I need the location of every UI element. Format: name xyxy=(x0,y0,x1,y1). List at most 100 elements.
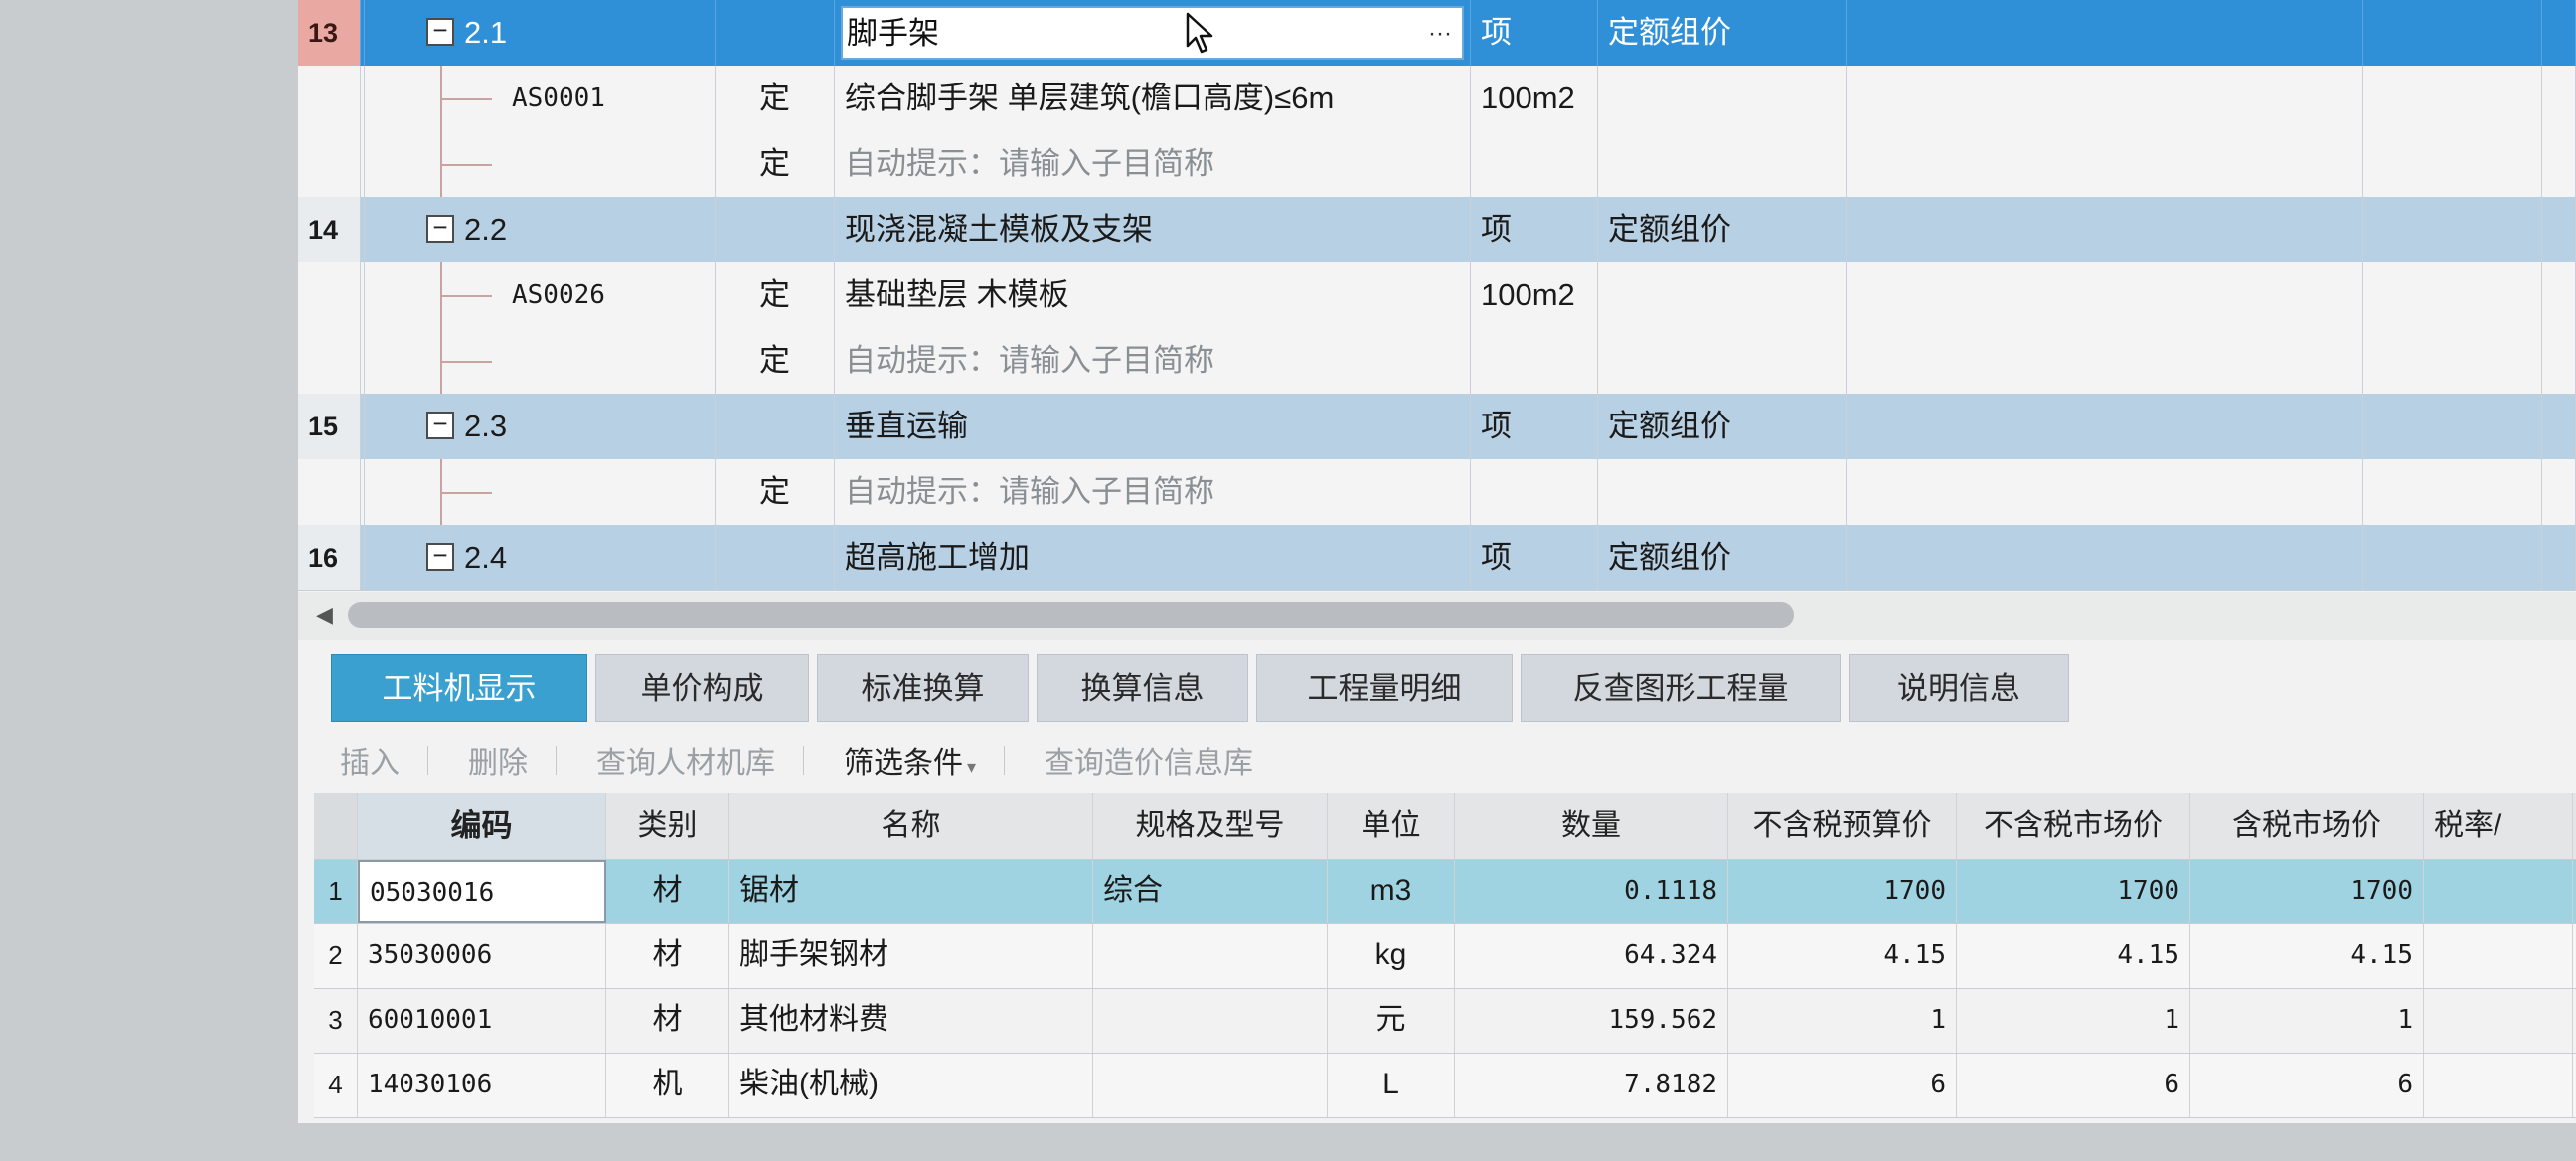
unit-cell[interactable]: 项 xyxy=(1471,394,1598,459)
type-cell[interactable]: 定 xyxy=(716,328,835,394)
material-unit[interactable]: m3 xyxy=(1328,860,1455,923)
tab-conversion-info[interactable]: 换算信息 xyxy=(1037,654,1248,722)
tab-reverse-graphic-quantity[interactable]: 反查图形工程量 xyxy=(1521,654,1841,722)
material-name[interactable]: 锯材 xyxy=(729,860,1093,923)
header-unit[interactable]: 单位 xyxy=(1328,793,1455,859)
market-price-excl-tax[interactable]: 1700 xyxy=(1957,860,2190,923)
unit-cell[interactable]: 项 xyxy=(1471,197,1598,262)
tab-labor-material-machine[interactable]: 工料机显示 xyxy=(331,654,587,722)
unit-cell[interactable]: 项 xyxy=(1471,525,1598,590)
table-row[interactable]: 4 14030106 机柴油(机械) L 7.8182 6 6 6 xyxy=(314,1054,2576,1118)
material-quantity[interactable]: 0.1118 xyxy=(1455,860,1728,923)
name-cell[interactable]: 综合脚手架 单层建筑(檐口高度)≤6m xyxy=(835,66,1471,131)
code-cell[interactable]: −2.1 xyxy=(365,0,716,66)
name-cell[interactable]: 自动提示：请输入子目简称 xyxy=(835,328,1471,394)
item-child-row[interactable]: AS0001 定综合脚手架 单层建筑(檐口高度)≤6m 100m2 xyxy=(298,66,2576,132)
empty-cell[interactable] xyxy=(2363,394,2542,459)
collapse-icon[interactable]: − xyxy=(426,214,454,243)
table-row[interactable]: 3 60010001 材其他材料费元 159.562 1 1 1 xyxy=(314,989,2576,1054)
code-cell[interactable] xyxy=(365,328,716,394)
pricing-method-cell[interactable]: 定额组价 xyxy=(1598,525,1847,590)
empty-cell[interactable] xyxy=(2542,525,2576,590)
empty-cell[interactable] xyxy=(2542,262,2576,328)
material-name[interactable]: 其他材料费 xyxy=(729,989,1093,1053)
unit-cell[interactable] xyxy=(1471,459,1598,525)
empty-cell[interactable] xyxy=(2542,131,2576,197)
empty-cell[interactable] xyxy=(1847,328,2363,394)
code-cell[interactable] xyxy=(365,131,716,197)
more-options-icon[interactable]: ··· xyxy=(1428,8,1452,60)
budget-price-excl-tax[interactable]: 1 xyxy=(1728,989,1957,1053)
type-cell[interactable]: 定 xyxy=(716,459,835,525)
collapse-icon[interactable]: − xyxy=(426,17,454,46)
material-quantity[interactable]: 64.324 xyxy=(1455,924,1728,988)
pricing-method-cell[interactable] xyxy=(1598,131,1847,197)
material-spec[interactable] xyxy=(1093,1054,1328,1117)
empty-cell[interactable] xyxy=(2363,459,2542,525)
collapse-icon[interactable]: − xyxy=(426,411,454,439)
pricing-method-cell[interactable] xyxy=(1598,328,1847,394)
item-hint-row[interactable]: 定自动提示：请输入子目简称 xyxy=(298,131,2576,198)
empty-cell[interactable] xyxy=(2542,197,2576,262)
scroll-left-icon[interactable]: ◀ xyxy=(316,602,333,628)
budget-price-excl-tax[interactable]: 6 xyxy=(1728,1054,1957,1117)
header-name[interactable]: 名称 xyxy=(729,793,1093,859)
material-category[interactable]: 材 xyxy=(606,924,729,988)
material-name[interactable]: 脚手架钢材 xyxy=(729,924,1093,988)
item-group-row[interactable]: 16−2.4 超高施工增加项定额组价 xyxy=(298,525,2576,591)
material-category[interactable]: 材 xyxy=(606,860,729,923)
delete-button[interactable]: 删除 xyxy=(468,739,528,782)
empty-cell[interactable] xyxy=(2363,131,2542,197)
header-market-price-incl-tax[interactable]: 含税市场价 xyxy=(2190,793,2424,859)
empty-cell[interactable] xyxy=(2542,0,2576,66)
empty-cell[interactable] xyxy=(2363,328,2542,394)
budget-price-excl-tax[interactable]: 1700 xyxy=(1728,860,1957,923)
name-cell[interactable]: 垂直运输 xyxy=(835,394,1471,459)
tax-rate-cell[interactable] xyxy=(2424,924,2573,988)
header-code[interactable]: 编码 xyxy=(358,793,606,859)
empty-cell[interactable] xyxy=(1847,459,2363,525)
item-name-input[interactable]: 脚手架 ··· xyxy=(841,6,1464,60)
query-material-library-button[interactable]: 查询人材机库 xyxy=(596,739,775,782)
unit-cell[interactable]: 100m2 xyxy=(1471,66,1598,131)
empty-cell[interactable] xyxy=(1847,525,2363,590)
pricing-method-cell[interactable]: 定额组价 xyxy=(1598,0,1847,66)
type-cell[interactable] xyxy=(716,197,835,262)
empty-cell[interactable] xyxy=(2542,459,2576,525)
empty-cell[interactable] xyxy=(2363,525,2542,590)
table-row[interactable]: 1 05030016 材锯材 综合 m3 0.1118 1700 1700 1700 xyxy=(314,860,2576,924)
material-unit[interactable]: 元 xyxy=(1328,989,1455,1053)
item-hint-row[interactable]: 定自动提示：请输入子目简称 xyxy=(298,459,2576,526)
market-price-incl-tax[interactable]: 1 xyxy=(2190,989,2424,1053)
market-price-excl-tax[interactable]: 6 xyxy=(1957,1054,2190,1117)
empty-cell[interactable] xyxy=(2542,328,2576,394)
market-price-incl-tax[interactable]: 6 xyxy=(2190,1054,2424,1117)
empty-cell[interactable] xyxy=(1847,197,2363,262)
material-quantity[interactable]: 159.562 xyxy=(1455,989,1728,1053)
query-price-info-button[interactable]: 查询造价信息库 xyxy=(1045,739,1253,782)
pricing-method-cell[interactable] xyxy=(1598,66,1847,131)
code-cell[interactable]: −2.4 xyxy=(365,525,716,590)
material-quantity[interactable]: 7.8182 xyxy=(1455,1054,1728,1117)
item-group-row[interactable]: 13−2.1 脚手架 ··· 项定额组价 xyxy=(298,0,2576,67)
empty-cell[interactable] xyxy=(1847,66,2363,131)
empty-cell[interactable] xyxy=(2363,0,2542,66)
pricing-method-cell[interactable] xyxy=(1598,262,1847,328)
name-cell[interactable]: 脚手架 ··· xyxy=(835,0,1471,66)
tax-rate-cell[interactable] xyxy=(2424,989,2573,1053)
header-market-price-excl-tax[interactable]: 不含税市场价 xyxy=(1957,793,2190,859)
empty-cell[interactable] xyxy=(2542,66,2576,131)
code-cell[interactable]: −2.2 xyxy=(365,197,716,262)
item-group-row[interactable]: 14−2.2 现浇混凝土模板及支架项定额组价 xyxy=(298,197,2576,263)
code-cell[interactable]: AS0001 xyxy=(365,66,716,131)
empty-cell[interactable] xyxy=(1847,262,2363,328)
header-category[interactable]: 类别 xyxy=(606,793,729,859)
market-price-excl-tax[interactable]: 1 xyxy=(1957,989,2190,1053)
tab-quantity-detail[interactable]: 工程量明细 xyxy=(1256,654,1513,722)
header-spec[interactable]: 规格及型号 xyxy=(1093,793,1328,859)
item-group-row[interactable]: 15−2.3 垂直运输项定额组价 xyxy=(298,394,2576,460)
type-cell[interactable]: 定 xyxy=(716,66,835,131)
material-code[interactable]: 60010001 xyxy=(358,989,606,1053)
empty-cell[interactable] xyxy=(2363,197,2542,262)
market-price-incl-tax[interactable]: 4.15 xyxy=(2190,924,2424,988)
